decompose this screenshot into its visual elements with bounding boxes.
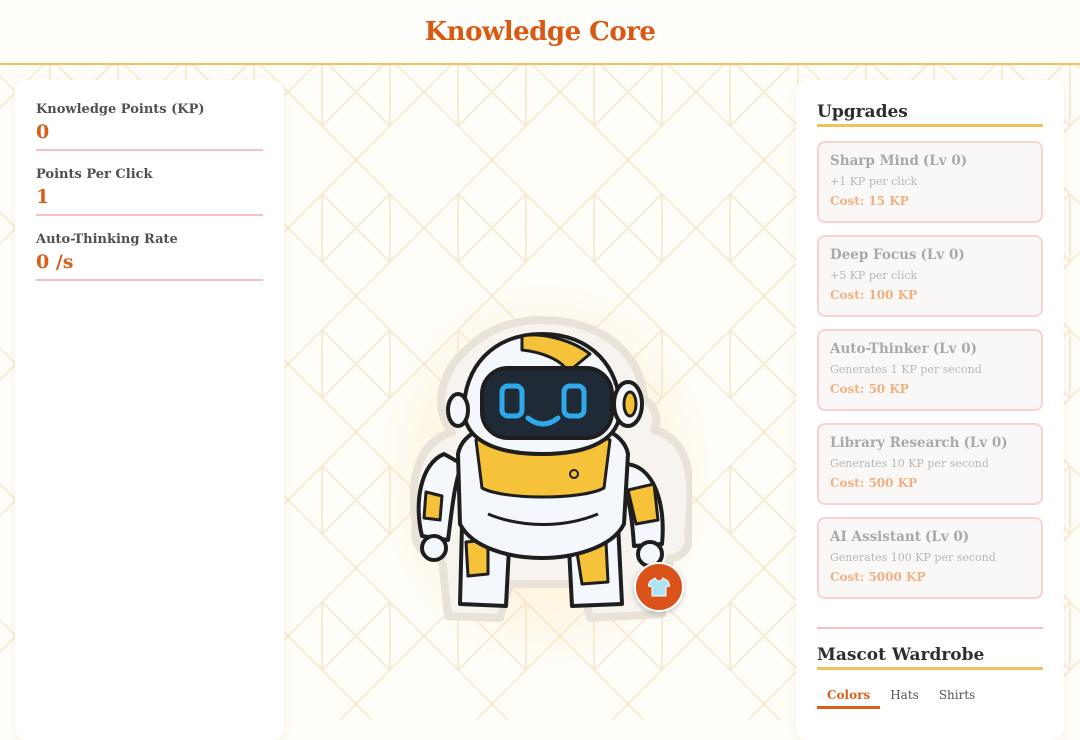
app-header: Knowledge Core: [0, 0, 1080, 65]
upgrade-card-ai-assistant[interactable]: AI Assistant (Lv 0) Generates 100 KP per …: [817, 517, 1043, 599]
section-divider: [817, 627, 1043, 629]
stat-label: Auto-Thinking Rate: [36, 232, 178, 247]
wardrobe-title: Mascot Wardrobe: [817, 645, 1043, 670]
upgrade-card-auto-thinker[interactable]: Auto-Thinker (Lv 0) Generates 1 KP per se…: [817, 329, 1043, 411]
upgrade-cost: Cost: 15 KP: [830, 194, 909, 208]
tab-hats[interactable]: Hats: [880, 688, 929, 709]
wardrobe-tabs: Colors Hats Shirts: [817, 688, 1043, 709]
upgrade-card-sharp-mind[interactable]: Sharp Mind (Lv 0) +1 KP per click Cost: 1…: [817, 141, 1043, 223]
upgrade-description: +1 KP per click: [830, 175, 918, 188]
upgrade-cost: Cost: 500 KP: [830, 476, 918, 490]
upgrades-panel: Upgrades Sharp Mind (Lv 0) +1 KP per clic…: [796, 80, 1064, 740]
upgrade-description: Generates 1 KP per second: [830, 363, 982, 376]
upgrade-level: (Lv 0): [922, 153, 968, 169]
tab-shirts[interactable]: Shirts: [929, 688, 986, 709]
stat-label: Knowledge Points (KP): [36, 102, 205, 117]
upgrade-cost: Cost: 100 KP: [830, 288, 918, 302]
upgrade-name: Auto-Thinker: [830, 341, 929, 357]
tab-colors[interactable]: Colors: [817, 688, 881, 709]
stat-auto-thinking-rate: Auto-Thinking Rate 0 /s: [36, 216, 263, 281]
upgrade-level: (Lv 0): [932, 341, 977, 357]
upgrade-name: AI Assistant: [830, 529, 921, 545]
upgrade-name: Sharp Mind: [830, 153, 919, 169]
app-title: Knowledge Core: [424, 16, 656, 47]
upgrade-card-deep-focus[interactable]: Deep Focus (Lv 0) +5 KP per click Cost: 1…: [817, 235, 1043, 317]
upgrade-level: (Lv 0): [963, 435, 1008, 451]
stat-value: 0: [36, 121, 263, 151]
stat-label: Points Per Click: [36, 167, 153, 182]
stat-points-per-click: Points Per Click 1: [36, 151, 263, 216]
upgrade-name: Library Research: [830, 435, 960, 451]
mascot-area: [290, 64, 790, 720]
upgrade-description: Generates 10 KP per second: [830, 457, 989, 470]
shirt-icon: [648, 577, 670, 597]
upgrade-description: +5 KP per click: [830, 269, 918, 282]
upgrade-level: (Lv 0): [920, 247, 965, 263]
upgrade-name: Deep Focus: [830, 247, 917, 263]
upgrade-card-library-research[interactable]: Library Research (Lv 0) Generates 10 KP p…: [817, 423, 1043, 505]
stat-value: 0 /s: [36, 251, 263, 281]
upgrade-description: Generates 100 KP per second: [830, 551, 996, 564]
wardrobe-toggle-button[interactable]: [634, 562, 684, 612]
upgrade-cost: Cost: 50 KP: [830, 382, 909, 396]
upgrade-cost: Cost: 5000 KP: [830, 570, 926, 584]
upgrade-level: (Lv 0): [924, 529, 970, 545]
stats-panel: Knowledge Points (KP) 0 Points Per Click…: [15, 80, 284, 740]
upgrades-title: Upgrades: [817, 102, 1043, 127]
stat-value: 1: [36, 186, 263, 216]
stat-knowledge-points: Knowledge Points (KP) 0: [36, 80, 263, 151]
